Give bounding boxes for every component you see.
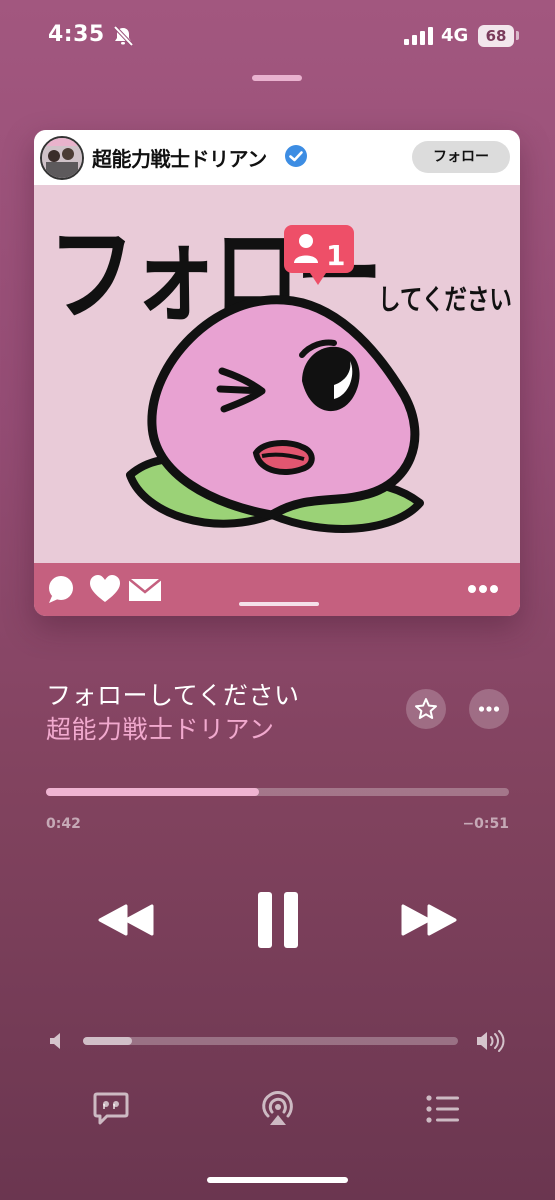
elapsed-time: 0:42 (46, 816, 81, 832)
star-icon (415, 698, 437, 719)
artwork-account-name: 超能力戦士ドリアン (92, 147, 267, 171)
status-time: 4:35 (48, 22, 105, 47)
airplay-button[interactable] (258, 1088, 298, 1128)
ellipsis-icon (468, 585, 498, 593)
lyrics-button[interactable] (92, 1090, 130, 1128)
speaker-high-icon (477, 1030, 505, 1052)
queue-button[interactable] (425, 1092, 461, 1126)
artwork-illustration: フォロー してください 1 (48, 214, 512, 533)
backward-icon (98, 904, 154, 936)
artwork-follow-label: フォロー (412, 141, 510, 173)
volume-slider[interactable] (83, 1037, 458, 1045)
ellipsis-icon (478, 706, 500, 712)
fast-forward-button[interactable] (399, 900, 459, 940)
mail-icon (128, 578, 162, 601)
comment-icon (49, 576, 73, 603)
favorite-button[interactable] (406, 689, 446, 729)
airplay-audio-icon (262, 1091, 293, 1125)
verified-badge-icon (285, 145, 307, 167)
avatar (40, 136, 84, 180)
list-bullet-icon (426, 1095, 459, 1123)
track-artist[interactable]: 超能力戦士ドリアン (46, 710, 275, 746)
volume-fill (83, 1037, 132, 1045)
battery-indicator: 68 (478, 25, 514, 47)
pause-button[interactable] (254, 890, 302, 950)
pause-icon (258, 892, 298, 948)
sheet-grabber[interactable] (252, 75, 302, 81)
speaker-low-icon (50, 1033, 60, 1049)
network-type: 4G (441, 25, 469, 46)
more-options-button[interactable] (469, 689, 509, 729)
track-title: フォローしてください (46, 681, 300, 710)
forward-icon (401, 904, 457, 936)
artwork-footer-bar (239, 602, 319, 606)
battery-tip (516, 31, 519, 40)
remaining-time: −0:51 (462, 816, 509, 832)
progress-fill (46, 788, 259, 796)
artwork-subtitle-text: してください (378, 283, 512, 316)
notification-count: 1 (326, 239, 345, 272)
home-indicator[interactable] (207, 1177, 348, 1183)
album-artwork: 超能力戦士ドリアン フォロー フォロー してください 1 (34, 130, 520, 616)
heart-icon (90, 575, 120, 602)
progress-scrubber[interactable] (46, 788, 509, 796)
rewind-button[interactable] (96, 900, 156, 940)
cellular-signal-icon (404, 27, 433, 45)
quote-bubble-icon (93, 1092, 129, 1125)
bell-slash-icon (113, 26, 134, 46)
